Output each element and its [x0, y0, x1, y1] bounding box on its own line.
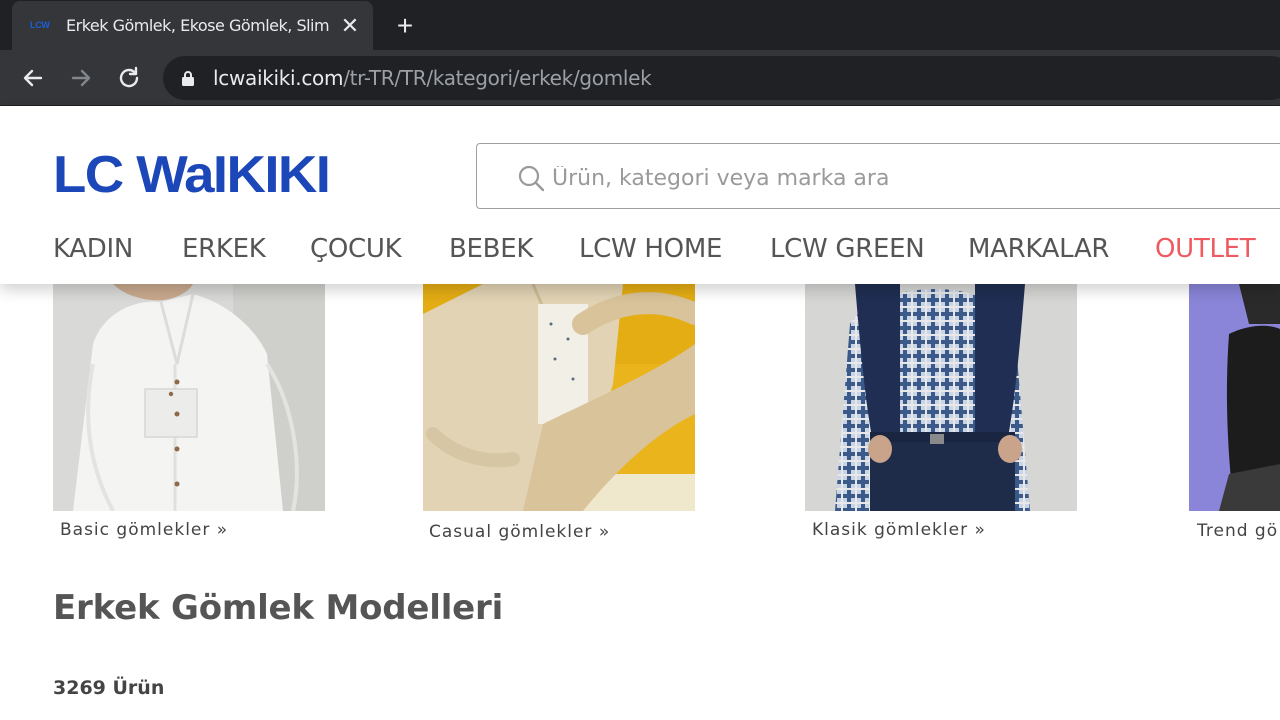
nav-lcw-home[interactable]: LCW HOME	[579, 234, 722, 264]
site-header: LC WaIKIKI KADIN ERKEK ÇOCUK BEBEK LCW H…	[0, 106, 1280, 284]
nav-bebek[interactable]: BEBEK	[449, 234, 533, 264]
svg-text:LC WaIKIKI: LC WaIKIKI	[53, 150, 329, 198]
lcw-favicon-icon: LCW	[30, 20, 50, 30]
back-arrow-icon[interactable]	[19, 64, 47, 92]
klasik-shirt-photo	[805, 284, 1077, 511]
nav-lcw-green[interactable]: LCW GREEN	[770, 234, 925, 264]
banner-basic-label[interactable]: Basic gömlekler »	[60, 520, 228, 540]
banner-klasik-image[interactable]	[805, 284, 1077, 511]
banner-casual-label[interactable]: Casual gömlekler »	[429, 522, 610, 542]
banner-klasik-label[interactable]: Klasik gömlekler »	[812, 520, 986, 540]
url-path: /tr-TR/TR/kategori/erkek/gomlek	[343, 66, 652, 90]
browser-tab-active[interactable]: LCW Erkek Gömlek, Ekose Gömlek, Slim ✕	[12, 1, 373, 50]
banner-trend-label[interactable]: Trend gö	[1197, 521, 1278, 541]
lock-icon[interactable]	[181, 70, 195, 86]
nav-cocuk[interactable]: ÇOCUK	[310, 234, 402, 264]
page-title: Erkek Gömlek Modelleri	[53, 588, 504, 628]
nav-erkek[interactable]: ERKEK	[182, 234, 266, 264]
reload-icon[interactable]	[115, 64, 143, 92]
search-input[interactable]	[552, 164, 1252, 192]
trend-shirt-photo	[1189, 284, 1280, 511]
tab-title: Erkek Gömlek, Ekose Gömlek, Slim	[66, 16, 330, 35]
new-tab-icon[interactable]: +	[392, 12, 418, 40]
casual-shirt-photo	[423, 284, 695, 511]
url-text: lcwaikiki.com/tr-TR/TR/kategori/erkek/go…	[213, 66, 652, 90]
address-bar[interactable]: lcwaikiki.com/tr-TR/TR/kategori/erkek/go…	[163, 56, 1280, 100]
url-host: lcwaikiki.com	[213, 66, 344, 90]
product-count: 3269 Ürün	[53, 677, 165, 699]
browser-tab-bar: LCW Erkek Gömlek, Ekose Gömlek, Slim ✕ +	[0, 0, 1280, 50]
lc-waikiki-logo[interactable]: LC WaIKIKI	[53, 146, 399, 207]
main-navigation: KADIN ERKEK ÇOCUK BEBEK LCW HOME LCW GRE…	[0, 234, 1280, 270]
nav-outlet[interactable]: OUTLET	[1155, 234, 1256, 264]
logo-wordmark: LC WaIKIKI	[53, 146, 331, 204]
banner-basic-image[interactable]	[53, 284, 325, 511]
search-icon[interactable]	[517, 164, 545, 192]
nav-kadin[interactable]: KADIN	[53, 234, 133, 264]
search-box[interactable]	[476, 143, 1280, 209]
tab-close-icon[interactable]: ✕	[338, 14, 362, 38]
browser-toolbar: lcwaikiki.com/tr-TR/TR/kategori/erkek/go…	[0, 50, 1280, 106]
banner-casual-image[interactable]	[423, 284, 695, 511]
category-banners: Basic gömlekler » Casual gömlekler » Kla…	[0, 284, 1280, 554]
basic-shirt-photo	[53, 284, 325, 511]
banner-trend-image[interactable]	[1189, 284, 1280, 511]
nav-markalar[interactable]: MARKALAR	[968, 234, 1110, 264]
forward-arrow-icon[interactable]	[67, 64, 95, 92]
